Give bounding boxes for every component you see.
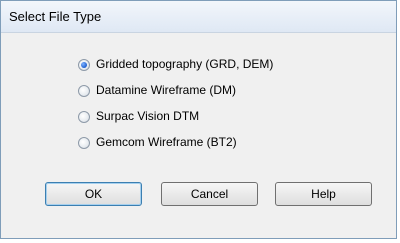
select-file-type-dialog: Select File Type Gridded topography (GRD…	[0, 0, 397, 239]
radio-button[interactable]	[78, 137, 90, 149]
radio-label: Datamine Wireframe (DM)	[96, 83, 237, 97]
radio-button[interactable]	[78, 111, 90, 123]
window-title: Select File Type	[9, 9, 102, 24]
radio-button-selected[interactable]	[78, 59, 90, 71]
title-bar[interactable]: Select File Type	[1, 1, 396, 33]
radio-label: Gemcom Wireframe (BT2)	[96, 135, 237, 149]
radio-label: Surpac Vision DTM	[96, 109, 200, 123]
radio-button[interactable]	[78, 85, 90, 97]
ok-button[interactable]: OK	[45, 182, 142, 206]
help-button[interactable]: Help	[275, 182, 372, 206]
radio-label: Gridded topography (GRD, DEM)	[96, 57, 274, 71]
cancel-button[interactable]: Cancel	[161, 182, 258, 206]
